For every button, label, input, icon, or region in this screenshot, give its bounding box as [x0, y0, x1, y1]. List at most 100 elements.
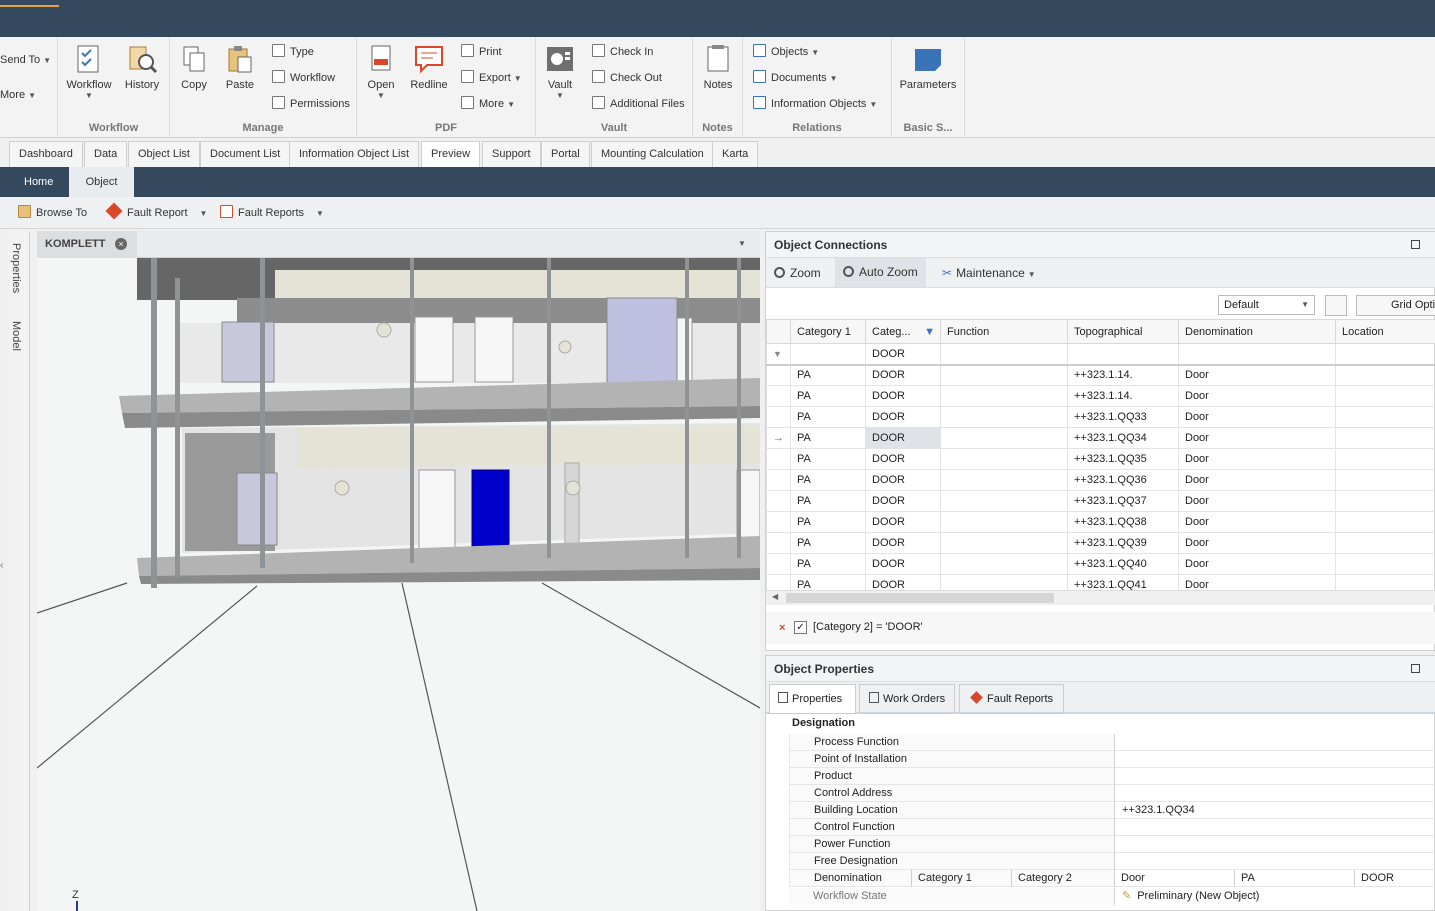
cell-location[interactable] [1335, 385, 1435, 407]
cell-denomination[interactable]: Door [1178, 511, 1336, 533]
column-header-category2[interactable]: Categ... ▼ [865, 319, 941, 344]
cell-topographical[interactable]: ++323.1.QQ34 [1067, 427, 1179, 449]
cell-category2[interactable]: DOOR [865, 406, 941, 428]
side-tab-model[interactable]: Model [10, 321, 22, 351]
cell-topographical[interactable]: ++323.1.QQ33 [1067, 406, 1179, 428]
manage-workflow-button[interactable]: Workflow [272, 69, 335, 87]
property-value[interactable] [1114, 734, 1435, 751]
table-row[interactable]: PA DOOR ++323.1.QQ40 Door [766, 553, 1435, 575]
cell-location[interactable] [1335, 511, 1435, 533]
check-out-button[interactable]: Check Out [592, 69, 662, 87]
collapse-left-icon[interactable]: ‹ [0, 560, 3, 571]
cell-denomination[interactable]: Door [1178, 364, 1336, 386]
tab-object[interactable]: Object [69, 167, 134, 197]
3d-scene[interactable]: Z [37, 258, 760, 911]
open-button[interactable]: Open ▼ [363, 43, 399, 100]
table-row[interactable]: PA DOOR ++323.1.14. Door [766, 364, 1435, 386]
cell-category2[interactable]: DOOR [865, 385, 941, 407]
tab-karta[interactable]: Karta [712, 141, 759, 167]
cell-topographical[interactable]: ++323.1.14. [1067, 385, 1179, 407]
side-tab-properties[interactable]: Properties [10, 243, 22, 293]
cell-category1[interactable]: PA [790, 532, 866, 554]
column-header-denomination[interactable]: Denomination [1178, 319, 1336, 344]
cell-function[interactable] [940, 490, 1068, 512]
fault-reports-button[interactable]: Fault Reports ▼ [220, 204, 324, 222]
cell-function[interactable] [940, 406, 1068, 428]
redline-button[interactable]: Redline [407, 43, 451, 91]
cell-denomination[interactable]: Door [1178, 448, 1336, 470]
cell-location[interactable] [1335, 448, 1435, 470]
paste-button[interactable]: Paste [220, 43, 260, 91]
history-button[interactable]: History [120, 43, 164, 91]
information-objects-button[interactable]: Information Objects ▼ [753, 95, 877, 113]
type-button[interactable]: Type [272, 43, 314, 61]
cell-category2[interactable]: DOOR [865, 427, 941, 449]
filter-cell[interactable] [1067, 343, 1179, 365]
cell-category2[interactable]: DOOR [865, 490, 941, 512]
cell-function[interactable] [940, 385, 1068, 407]
export-button[interactable]: Export ▼ [461, 69, 522, 87]
grid-options-button[interactable]: Grid Opti [1356, 295, 1435, 316]
cell-denomination[interactable]: Door [1178, 385, 1336, 407]
zoom-button[interactable]: Zoom [774, 264, 821, 282]
cell-topographical[interactable]: ++323.1.14. [1067, 364, 1179, 386]
tab-support[interactable]: Support [482, 141, 541, 167]
fault-report-button[interactable]: Fault Report ▼ [105, 202, 207, 222]
filter-cell[interactable] [790, 343, 866, 365]
cell-category2[interactable]: DOOR [865, 532, 941, 554]
cell-category1[interactable]: PA [790, 364, 866, 386]
cell-denomination[interactable]: Door [1178, 406, 1336, 428]
tab-mounting-calculation[interactable]: Mounting Calculation [591, 141, 714, 167]
column-header-topographical[interactable]: Topographical [1067, 319, 1179, 344]
documents-button[interactable]: Documents ▼ [753, 69, 838, 87]
additional-files-button[interactable]: Additional Files [592, 95, 685, 113]
objects-button[interactable]: Objects ▼ [753, 43, 819, 61]
cell-function[interactable] [940, 364, 1068, 386]
tab-preview[interactable]: Preview [421, 141, 481, 167]
tab-properties[interactable]: Properties [769, 684, 856, 714]
cell-category2[interactable]: DOOR [865, 469, 941, 491]
auto-zoom-button[interactable]: Auto Zoom [835, 258, 926, 287]
denomination-category1-value[interactable]: PA [1234, 870, 1354, 887]
cell-category1[interactable]: PA [790, 511, 866, 533]
tab-fault-reports[interactable]: Fault Reports [959, 684, 1064, 714]
print-button[interactable]: Print [461, 43, 502, 61]
cell-denomination[interactable]: Door [1178, 469, 1336, 491]
scrollbar-thumb[interactable] [786, 593, 1054, 603]
tab-data[interactable]: Data [84, 141, 128, 167]
chevron-down-icon[interactable]: ▼ [738, 239, 746, 248]
filter-cell[interactable] [1178, 343, 1336, 365]
cell-function[interactable] [940, 448, 1068, 470]
cell-function[interactable] [940, 532, 1068, 554]
workflow-button[interactable]: Workflow ▼ [64, 43, 114, 100]
horizontal-scrollbar[interactable]: ◀ [766, 590, 1435, 605]
table-row[interactable]: PA DOOR ++323.1.QQ38 Door [766, 511, 1435, 533]
cell-denomination[interactable]: Door [1178, 532, 1336, 554]
cell-location[interactable] [1335, 532, 1435, 554]
cell-topographical[interactable]: ++323.1.QQ35 [1067, 448, 1179, 470]
vault-button[interactable]: Vault ▼ [542, 43, 578, 100]
send-to-button[interactable]: Send To ▼ [0, 51, 51, 69]
table-row[interactable]: PA DOOR ++323.1.14. Door [766, 385, 1435, 407]
tab-dashboard[interactable]: Dashboard [9, 141, 83, 167]
clear-filter-icon[interactable]: × [779, 622, 785, 634]
table-row[interactable]: → PA DOOR ++323.1.QQ34 Door [766, 427, 1435, 449]
property-value[interactable]: ++323.1.QQ34 [1114, 802, 1435, 819]
maintenance-button[interactable]: ✂ Maintenance ▼ [942, 264, 1036, 282]
cell-topographical[interactable]: ++323.1.QQ38 [1067, 511, 1179, 533]
table-row[interactable]: PA DOOR ++323.1.QQ37 Door [766, 490, 1435, 512]
filter-cell[interactable] [940, 343, 1068, 365]
denomination-category2-value[interactable]: DOOR [1354, 870, 1435, 887]
filter-enabled-checkbox[interactable]: ✓ [794, 621, 807, 634]
property-value[interactable] [1114, 819, 1435, 836]
layout-select[interactable]: Default ▼ [1218, 295, 1315, 315]
filter-cell[interactable] [1335, 343, 1435, 365]
tab-work-orders[interactable]: Work Orders [859, 684, 955, 714]
browse-to-button[interactable]: Browse To [18, 204, 87, 222]
filter-cell-category2[interactable]: DOOR [865, 343, 941, 365]
tab-object-list[interactable]: Object List [128, 141, 200, 167]
property-value[interactable] [1114, 785, 1435, 802]
column-header-category1[interactable]: Category 1 [790, 319, 866, 344]
cell-function[interactable] [940, 427, 1068, 449]
cell-location[interactable] [1335, 364, 1435, 386]
